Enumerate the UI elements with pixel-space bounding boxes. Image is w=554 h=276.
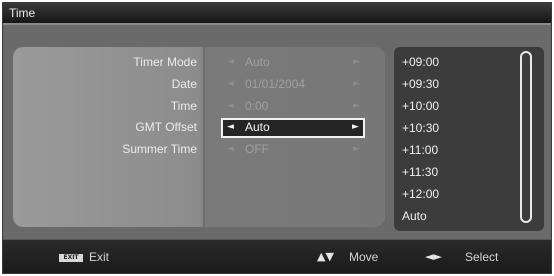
- list-scrollbar[interactable]: [520, 51, 532, 223]
- setting-row-time[interactable]: Time ◄ 0:00 ►: [13, 97, 385, 117]
- time-menu-window: Time Timer Mode ◄ Auto ► Date ◄ 01/01/20…: [2, 2, 552, 274]
- up-down-arrows-icon: ▲▼: [317, 250, 334, 263]
- arrow-right-icon[interactable]: ►: [352, 122, 359, 132]
- arrow-right-icon: ►: [353, 79, 360, 89]
- setting-row-gmt-offset[interactable]: GMT Offset ◄ Auto ►: [13, 118, 385, 138]
- gmt-offset-value[interactable]: Auto: [245, 120, 270, 134]
- setting-row-timer-mode[interactable]: Timer Mode ◄ Auto ►: [13, 53, 385, 73]
- footer-hints: EXIT Exit ▲▼ Move ◄► Select: [3, 239, 551, 273]
- arrow-left-icon: ◄: [227, 57, 234, 67]
- timer-mode-label: Timer Mode: [133, 55, 197, 69]
- setting-row-summer-time[interactable]: Summer Time ◄ OFF ►: [13, 140, 385, 160]
- list-item[interactable]: +12:00: [402, 187, 439, 201]
- exit-label: Exit: [89, 250, 110, 264]
- selection-highlight: [221, 118, 365, 138]
- window-title: Time: [9, 6, 36, 20]
- setting-row-date[interactable]: Date ◄ 01/01/2004 ►: [13, 75, 385, 95]
- summer-time-value: OFF: [245, 142, 269, 156]
- title-bar: Time: [3, 3, 551, 25]
- arrow-left-icon: ◄: [227, 79, 234, 89]
- list-item[interactable]: +09:00: [402, 55, 439, 69]
- time-value: 0:00: [245, 99, 269, 113]
- arrow-left-icon: ◄: [227, 144, 234, 154]
- list-item[interactable]: Auto: [402, 209, 427, 223]
- summer-time-label: Summer Time: [122, 142, 197, 156]
- exit-key-icon[interactable]: EXIT: [59, 254, 83, 262]
- arrow-right-icon: ►: [353, 57, 360, 67]
- list-item[interactable]: +11:30: [402, 165, 438, 179]
- move-label: Move: [349, 250, 379, 264]
- gmt-offset-list[interactable]: +09:00 +09:30 +10:00 +10:30 +11:00 +11:3…: [394, 47, 544, 231]
- arrow-right-icon: ►: [353, 101, 360, 111]
- list-item[interactable]: +10:30: [402, 121, 439, 135]
- list-item[interactable]: +10:00: [402, 99, 439, 113]
- settings-panel: Timer Mode ◄ Auto ► Date ◄ 01/01/2004 ► …: [13, 47, 385, 227]
- arrow-left-icon: ◄: [227, 101, 234, 111]
- list-item[interactable]: +11:00: [402, 143, 438, 157]
- arrow-right-icon: ►: [353, 144, 360, 154]
- list-item[interactable]: +09:30: [402, 77, 439, 91]
- select-label: Select: [465, 250, 499, 264]
- left-right-arrows-icon: ◄►: [425, 250, 442, 263]
- date-value: 01/01/2004: [245, 77, 306, 91]
- gmt-offset-label: GMT Offset: [135, 120, 197, 134]
- timer-mode-value: Auto: [245, 55, 270, 69]
- time-label: Time: [170, 99, 197, 113]
- arrow-left-icon[interactable]: ◄: [227, 122, 234, 132]
- date-label: Date: [171, 77, 197, 91]
